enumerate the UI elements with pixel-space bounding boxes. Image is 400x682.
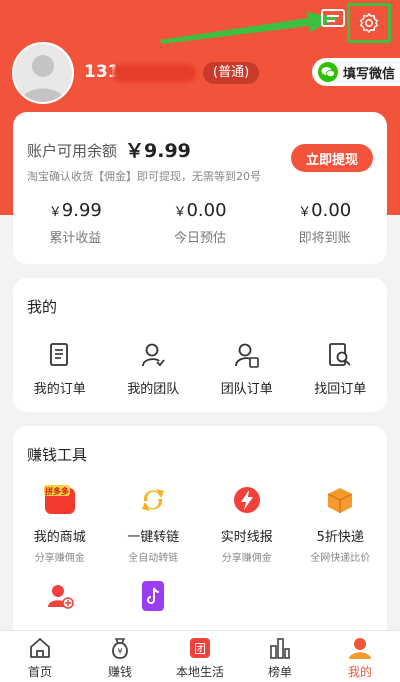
orders-icon bbox=[45, 340, 75, 370]
item-label: 找回订单 bbox=[314, 382, 367, 397]
balance-label: 账户可用余额 bbox=[27, 142, 118, 160]
item-sub: 全网快递比价 bbox=[310, 553, 371, 564]
team-orders-icon bbox=[232, 340, 262, 370]
add-user-tool-item[interactable] bbox=[13, 578, 107, 614]
stat-value: 0.00 bbox=[311, 200, 352, 221]
find-order-item[interactable]: 找回订单 bbox=[294, 340, 388, 397]
message-icon[interactable] bbox=[320, 8, 346, 30]
tools-title: 赚钱工具 bbox=[27, 446, 88, 464]
gear-icon bbox=[360, 13, 378, 33]
stat-today-estimate[interactable]: ￥0.00 今日预估 bbox=[138, 200, 263, 246]
mine-card: 我的 我的订单 我的团队 团队订单 找回订单 bbox=[13, 278, 387, 412]
avatar[interactable] bbox=[12, 42, 74, 104]
my-team-item[interactable]: 我的团队 bbox=[107, 340, 201, 397]
flash-news-item[interactable]: 实时线报 分享赚佣金 bbox=[200, 482, 294, 564]
my-mall-item[interactable]: 拼多多 我的商城 分享赚佣金 bbox=[13, 482, 107, 564]
tiktok-tool-item[interactable] bbox=[107, 578, 201, 614]
stat-label: 今日预估 bbox=[174, 231, 227, 246]
stat-label: 即将到账 bbox=[298, 231, 351, 246]
item-sub: 全自动转链 bbox=[128, 553, 179, 564]
ranking-icon bbox=[267, 636, 293, 660]
team-icon bbox=[138, 340, 168, 370]
pinduoduo-icon: 拼多多 bbox=[42, 482, 78, 518]
express-box-icon bbox=[322, 482, 358, 518]
money-bag-icon: ¥ bbox=[107, 636, 133, 660]
fill-wechat-button[interactable]: 填写微信 bbox=[312, 58, 400, 86]
item-label: 实时线报 bbox=[220, 530, 273, 545]
tab-earn[interactable]: ¥ 赚钱 bbox=[80, 631, 160, 682]
group-buy-icon: 团 bbox=[187, 636, 213, 660]
home-icon bbox=[27, 636, 53, 660]
tab-label: 榜单 bbox=[267, 665, 292, 679]
stat-label: 累计收益 bbox=[49, 231, 102, 246]
tab-ranking[interactable]: 榜单 bbox=[240, 631, 320, 682]
tab-mine[interactable]: 我的 bbox=[320, 631, 400, 682]
balance-card: 账户可用余额 ￥9.99 淘宝确认收货【佣金】即可提现，无需等到20号 立即提现… bbox=[13, 112, 387, 264]
item-label: 我的订单 bbox=[33, 382, 86, 397]
convert-link-icon bbox=[135, 482, 171, 518]
bottom-tab-bar: 首页 ¥ 赚钱 团 本地生活 榜单 我的 bbox=[0, 630, 400, 682]
item-label: 我的商城 bbox=[33, 530, 86, 545]
wechat-icon bbox=[318, 62, 338, 82]
convert-link-item[interactable]: 一键转链 全自动转链 bbox=[107, 482, 201, 564]
stat-value: 9.99 bbox=[61, 200, 102, 221]
settings-button[interactable] bbox=[347, 3, 391, 43]
find-order-icon bbox=[325, 340, 355, 370]
express-item[interactable]: 5折快递 全网快递比价 bbox=[294, 482, 388, 564]
item-sub: 分享赚佣金 bbox=[34, 553, 85, 564]
currency-symbol: ￥ bbox=[298, 205, 312, 220]
tab-home[interactable]: 首页 bbox=[0, 631, 80, 682]
member-level-badge: (普通) bbox=[203, 62, 260, 84]
balance-value: ￥9.99 bbox=[125, 140, 191, 162]
tab-label: 首页 bbox=[27, 665, 52, 679]
tab-local-life[interactable]: 团 本地生活 bbox=[160, 631, 240, 682]
stat-total-earnings[interactable]: ￥9.99 累计收益 bbox=[13, 200, 138, 246]
item-sub: 分享赚佣金 bbox=[221, 553, 272, 564]
tab-label: 本地生活 bbox=[175, 665, 224, 679]
fill-wechat-label: 填写微信 bbox=[343, 66, 396, 82]
stat-pending-arrival[interactable]: ￥0.00 即将到账 bbox=[262, 200, 387, 246]
balance-note: 淘宝确认收货【佣金】即可提现，无需等到20号 bbox=[27, 170, 261, 183]
svg-text:¥: ¥ bbox=[117, 647, 122, 656]
currency-symbol: ￥ bbox=[48, 205, 62, 220]
add-user-icon bbox=[42, 578, 78, 614]
profile-icon bbox=[347, 636, 373, 660]
tab-label: 赚钱 bbox=[107, 665, 132, 679]
pinduoduo-badge-text: 拼多多 bbox=[45, 486, 69, 496]
phone-redaction bbox=[112, 64, 196, 82]
currency-symbol: ￥ bbox=[173, 205, 187, 220]
tab-label: 我的 bbox=[347, 665, 372, 679]
withdraw-button[interactable]: 立即提现 bbox=[291, 144, 373, 172]
my-orders-item[interactable]: 我的订单 bbox=[13, 340, 107, 397]
item-label: 团队订单 bbox=[220, 382, 273, 397]
stat-value: 0.00 bbox=[186, 200, 227, 221]
item-label: 5折快递 bbox=[316, 530, 364, 545]
default-avatar-icon bbox=[14, 44, 72, 102]
earnings-stats: ￥9.99 累计收益 ￥0.00 今日预估 ￥0.00 即将到账 bbox=[13, 200, 387, 246]
team-orders-item[interactable]: 团队订单 bbox=[200, 340, 294, 397]
flash-news-icon bbox=[229, 482, 265, 518]
tiktok-icon bbox=[135, 578, 171, 614]
item-label: 我的团队 bbox=[127, 382, 180, 397]
group-buy-badge-text: 团 bbox=[194, 642, 206, 656]
item-label: 一键转链 bbox=[127, 530, 180, 545]
mine-title: 我的 bbox=[27, 298, 58, 316]
tools-card: 赚钱工具 拼多多 我的商城 分享赚佣金 一键转链 全自动转链 实时线报 分享赚佣… bbox=[13, 426, 387, 646]
